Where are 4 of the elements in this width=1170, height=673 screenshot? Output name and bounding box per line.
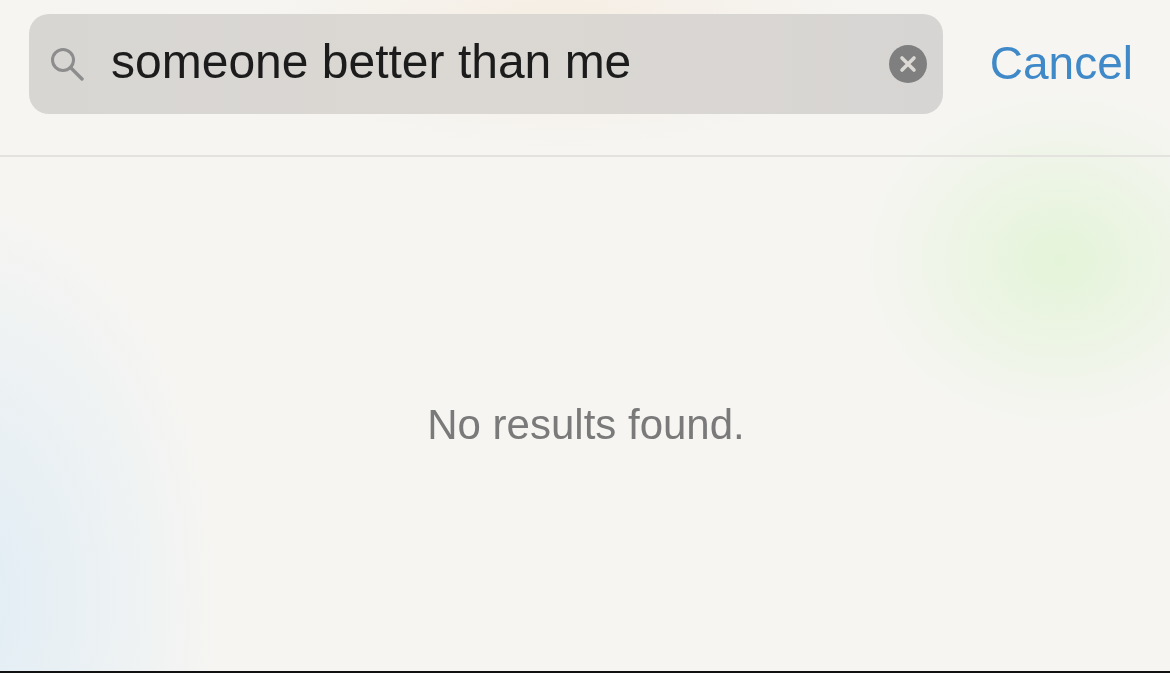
clear-icon[interactable] [889, 45, 927, 83]
search-field[interactable]: someone better than me [29, 14, 943, 114]
search-icon [50, 47, 84, 81]
no-results-message: No results found. [427, 400, 745, 450]
